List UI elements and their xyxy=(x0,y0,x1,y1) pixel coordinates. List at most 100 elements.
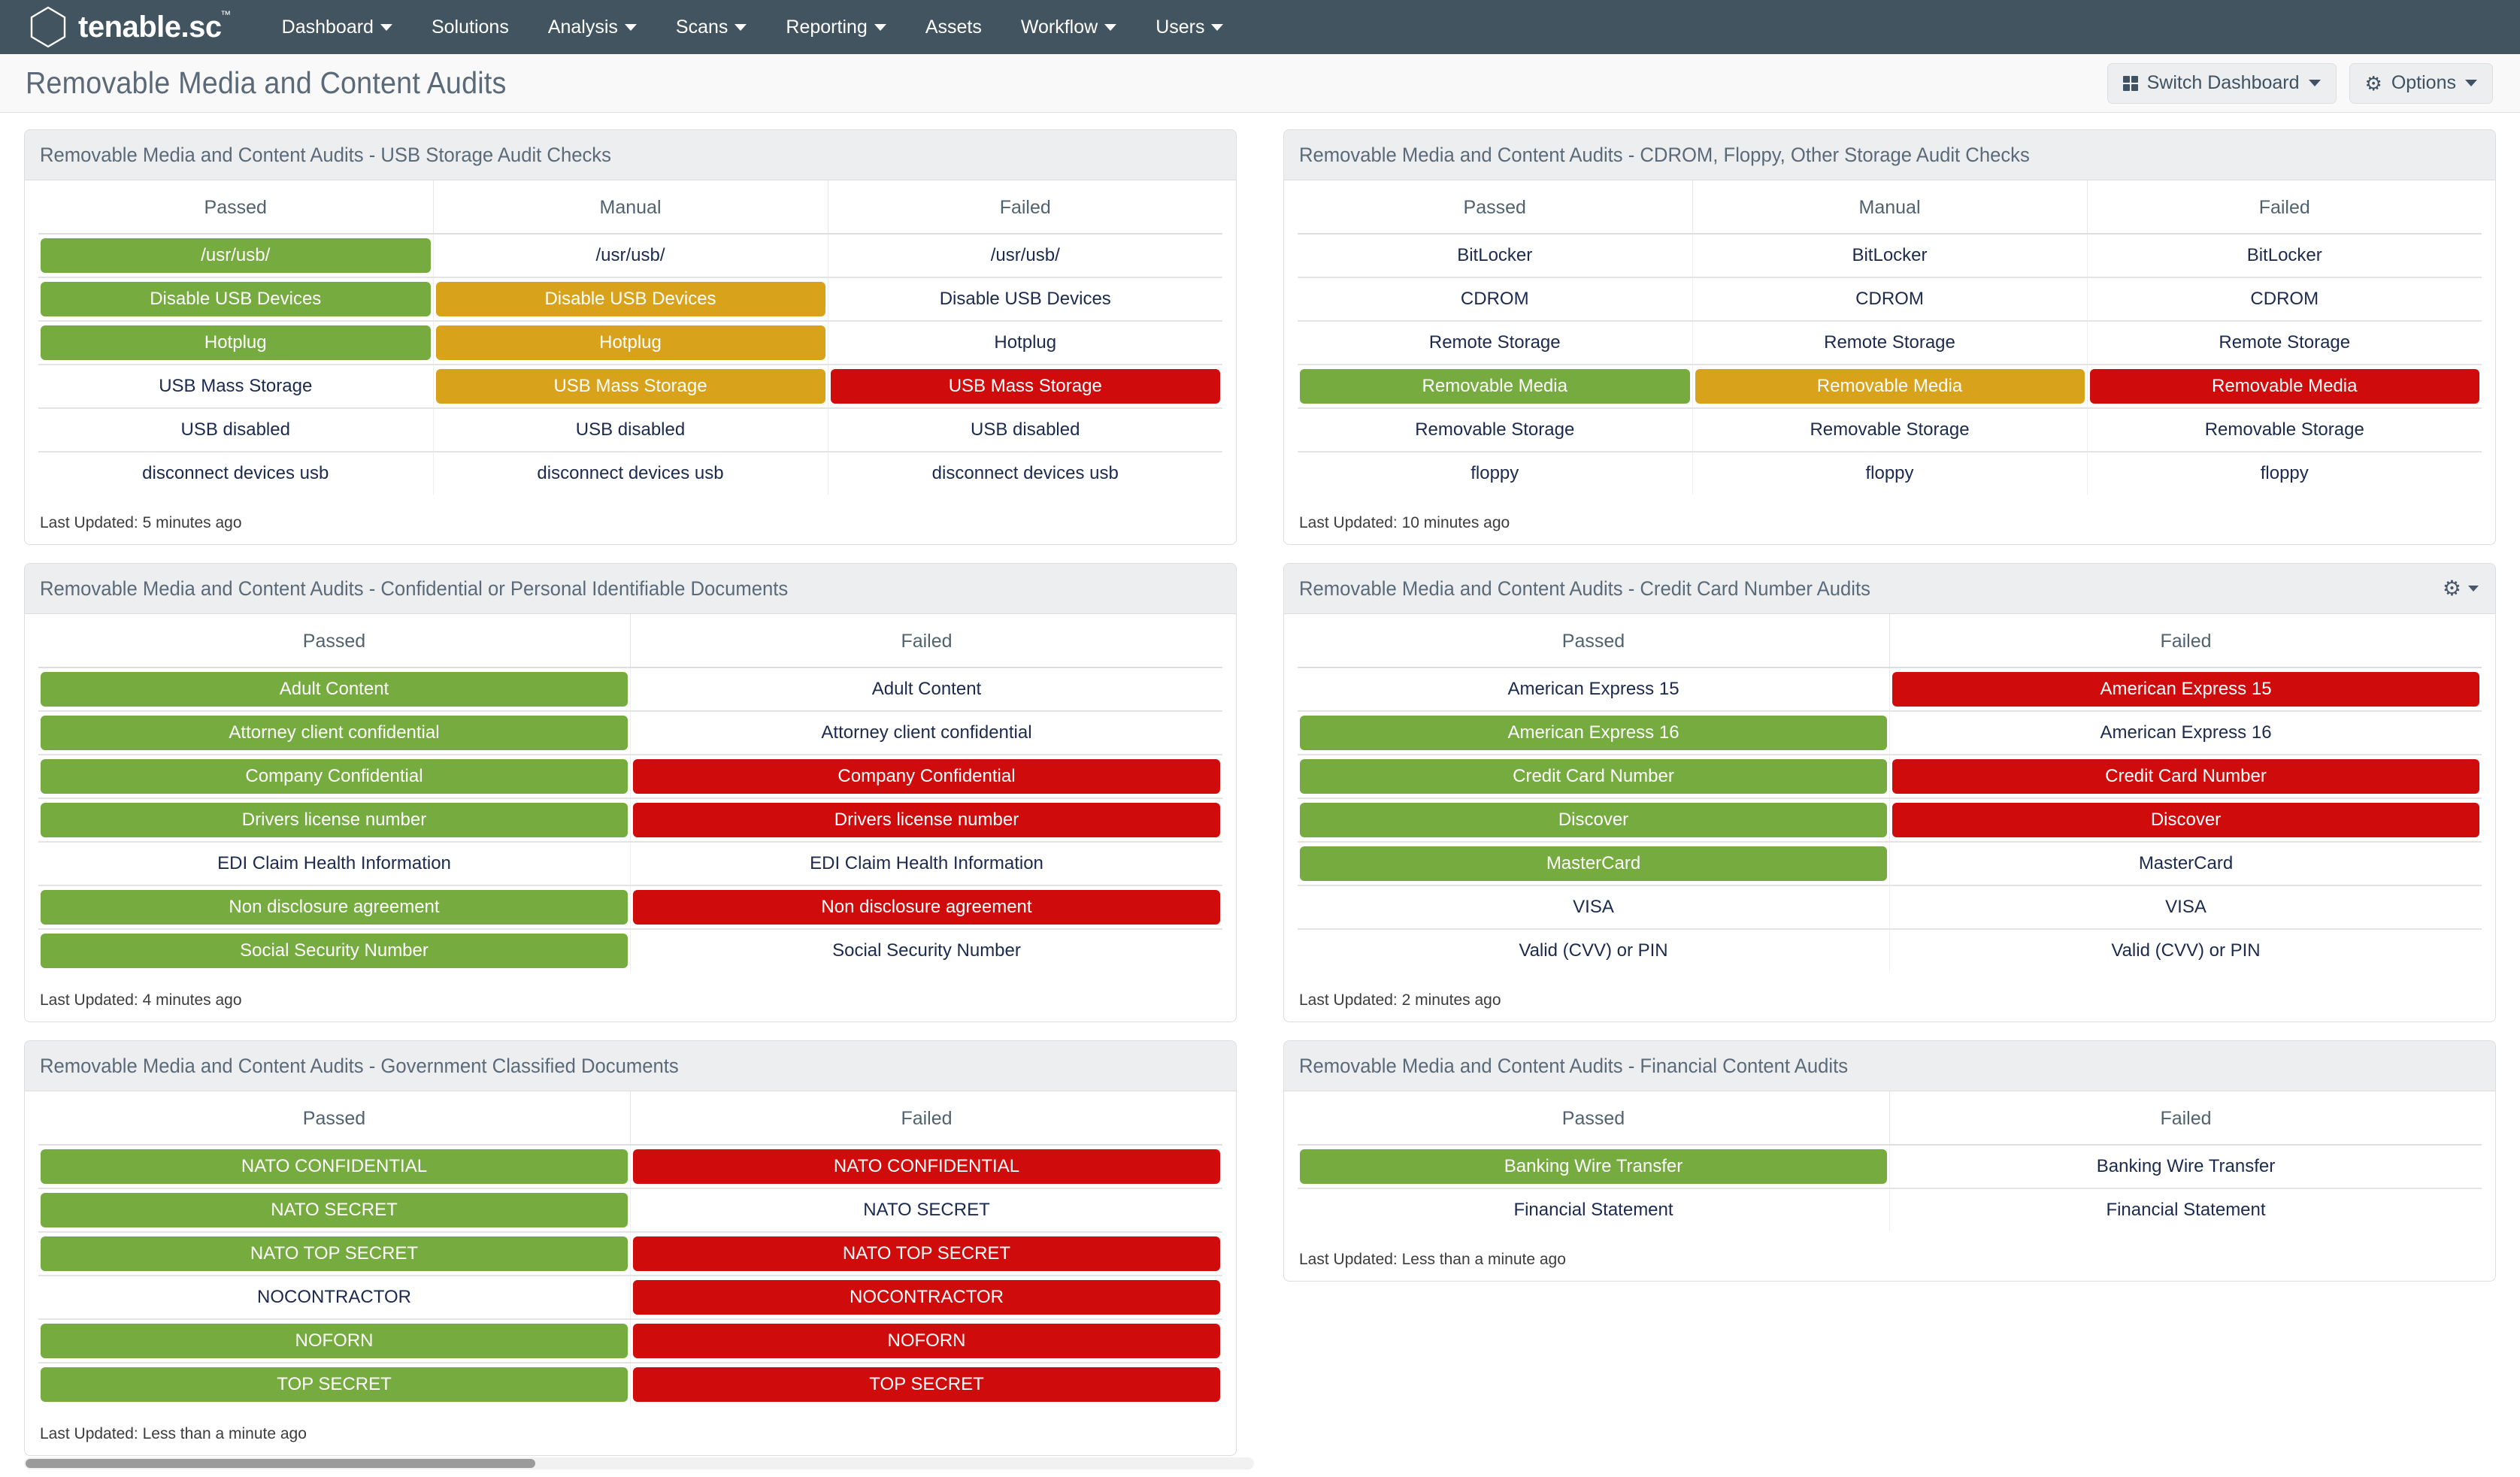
table-cell: NATO SECRET xyxy=(630,1188,1222,1233)
panel-settings-menu[interactable]: ⚙ xyxy=(2443,578,2479,599)
audit-result-none: USB Mass Storage xyxy=(159,376,313,396)
tenable-hexagon-logo-icon xyxy=(30,6,66,48)
panel-body: Passed Failed American Express 15 American … xyxy=(1284,614,2495,972)
table-row: disconnect devices usb disconnect devices… xyxy=(38,452,1222,495)
chevron-down-icon xyxy=(734,23,747,31)
audit-result-pass[interactable]: Hotplug xyxy=(41,325,431,360)
nav-item-reporting[interactable]: Reporting xyxy=(766,0,905,54)
panel-credit-card-number-audits: Removable Media and Content Audits - Cre… xyxy=(1283,563,2496,1022)
table-cell: NATO TOP SECRET xyxy=(38,1232,631,1276)
audit-result-fail[interactable]: Non disclosure agreement xyxy=(633,890,1220,925)
table-row: NATO SECRET NATO SECRET xyxy=(38,1188,1222,1233)
audit-result-fail[interactable]: NATO CONFIDENTIAL xyxy=(633,1149,1220,1184)
table-row: Credit Card Number Credit Card Number xyxy=(1298,755,2482,799)
audit-result-pass[interactable]: NOFORN xyxy=(41,1324,628,1358)
horizontal-scrollbar-thumb[interactable] xyxy=(26,1459,535,1468)
table-cell: Valid (CVV) or PIN xyxy=(1890,929,2482,972)
column-header: Passed xyxy=(1298,1091,1890,1146)
audit-result-fail[interactable]: Drivers license number xyxy=(633,803,1220,837)
audit-result-none: Financial Statement xyxy=(2106,1200,2266,1220)
table-cell: BitLocker xyxy=(1298,234,1693,278)
table-cell: EDI Claim Health Information xyxy=(38,842,631,886)
table-cell: floppy xyxy=(1692,452,2088,495)
table-cell: USB Mass Storage xyxy=(433,365,828,409)
table-cell: Removable Storage xyxy=(1692,408,2088,452)
audit-result-fail[interactable]: American Express 15 xyxy=(1892,672,2479,707)
panel-body: Passed Manual Failed BitLocker BitLocker BitL… xyxy=(1284,180,2495,495)
panel-last-updated: Last Updated: 4 minutes ago xyxy=(40,991,242,1009)
audit-result-pass[interactable]: American Express 16 xyxy=(1300,716,1887,750)
table-cell: MasterCard xyxy=(1889,842,2482,886)
audit-result-none: Remote Storage xyxy=(2219,332,2351,353)
audit-result-pass[interactable]: Social Security Number xyxy=(41,934,628,968)
audit-result-pass[interactable]: Drivers license number xyxy=(41,803,628,837)
switch-dashboard-button[interactable]: Switch Dashboard xyxy=(2107,62,2337,104)
audit-result-none: American Express 15 xyxy=(1507,679,1679,699)
audit-result-pass[interactable]: Removable Media xyxy=(1300,369,1690,404)
audit-result-pass[interactable]: Credit Card Number xyxy=(1300,759,1887,794)
table-cell: CDROM xyxy=(1298,277,1693,322)
audit-result-warn[interactable]: Hotplug xyxy=(435,325,825,360)
table-row: Removable Media Removable Media Removable … xyxy=(1298,365,2482,409)
audit-result-fail[interactable]: Company Confidential xyxy=(633,759,1220,794)
audit-result-pass[interactable]: TOP SECRET xyxy=(41,1367,628,1402)
audit-result-warn[interactable]: USB Mass Storage xyxy=(435,369,825,404)
table-cell: NOFORN xyxy=(38,1319,631,1364)
audit-result-fail[interactable]: NATO TOP SECRET xyxy=(633,1236,1220,1271)
audit-result-pass[interactable]: /usr/usb/ xyxy=(41,238,431,273)
nav-item-dashboard[interactable]: Dashboard xyxy=(262,0,412,54)
panel-usb-storage-audit-checks: Removable Media and Content Audits - USB… xyxy=(24,129,1237,545)
audit-matrix-table: Passed Manual Failed BitLocker BitLocker BitL… xyxy=(1298,180,2482,495)
brand-name: tenable.sc ™ xyxy=(78,9,231,42)
table-row: Discover Discover xyxy=(1298,798,2482,843)
audit-result-pass[interactable]: Non disclosure agreement xyxy=(41,890,628,925)
table-cell: American Express 15 xyxy=(1298,667,1890,712)
audit-result-fail[interactable]: Credit Card Number xyxy=(1892,759,2479,794)
horizontal-scrollbar-track[interactable] xyxy=(24,1457,1254,1469)
audit-result-pass[interactable]: Company Confidential xyxy=(41,759,628,794)
column-header: Passed xyxy=(38,180,434,235)
nav-item-analysis[interactable]: Analysis xyxy=(529,0,656,54)
nav-item-workflow[interactable]: Workflow xyxy=(1001,0,1136,54)
audit-result-pass[interactable]: Attorney client confidential xyxy=(41,716,628,750)
panel-body: Passed Failed Adult Content Adult Content At… xyxy=(25,614,1236,972)
nav-item-assets[interactable]: Assets xyxy=(906,0,1001,54)
column-header: Failed xyxy=(1889,614,2482,668)
audit-result-none: Financial Statement xyxy=(1513,1200,1673,1220)
audit-result-none: /usr/usb/ xyxy=(595,245,665,265)
audit-result-none: USB disabled xyxy=(180,419,290,440)
audit-result-warn[interactable]: Removable Media xyxy=(1695,369,2085,404)
table-cell: Hotplug xyxy=(38,321,434,365)
panel-last-updated: Last Updated: 10 minutes ago xyxy=(1299,514,1510,531)
audit-result-fail[interactable]: USB Mass Storage xyxy=(830,369,1220,404)
audit-result-fail[interactable]: NOFORN xyxy=(633,1324,1220,1358)
audit-result-pass[interactable]: NATO SECRET xyxy=(41,1193,628,1227)
table-cell: CDROM xyxy=(2087,277,2482,322)
panel-title: Removable Media and Content Audits - Con… xyxy=(40,577,789,600)
audit-result-fail[interactable]: TOP SECRET xyxy=(633,1367,1220,1402)
audit-result-warn[interactable]: Disable USB Devices xyxy=(435,282,825,316)
audit-result-pass[interactable]: Adult Content xyxy=(41,672,628,707)
audit-result-pass[interactable]: MasterCard xyxy=(1300,846,1887,881)
audit-result-pass[interactable]: NATO CONFIDENTIAL xyxy=(41,1149,628,1184)
options-button[interactable]: ⚙ Options xyxy=(2349,62,2493,104)
brand-logo-area[interactable]: tenable.sc ™ xyxy=(29,6,231,48)
audit-result-pass[interactable]: Disable USB Devices xyxy=(41,282,431,316)
table-row: Drivers license number Drivers license nu… xyxy=(38,798,1222,843)
nav-item-users[interactable]: Users xyxy=(1136,0,1243,54)
audit-result-fail[interactable]: Discover xyxy=(1892,803,2479,837)
panel-last-updated: Last Updated: Less than a minute ago xyxy=(40,1425,307,1442)
audit-result-fail[interactable]: Removable Media xyxy=(2089,369,2479,404)
table-row: /usr/usb/ /usr/usb/ /usr/usb/ xyxy=(38,234,1222,278)
table-cell: TOP SECRET xyxy=(631,1363,1223,1406)
audit-result-pass[interactable]: NATO TOP SECRET xyxy=(41,1236,628,1271)
table-cell: Credit Card Number xyxy=(1889,755,2482,799)
table-cell: Remote Storage xyxy=(2087,321,2482,365)
audit-result-pass[interactable]: Banking Wire Transfer xyxy=(1300,1149,1887,1184)
nav-item-solutions[interactable]: Solutions xyxy=(412,0,529,54)
nav-item-scans[interactable]: Scans xyxy=(656,0,766,54)
audit-result-fail[interactable]: NOCONTRACTOR xyxy=(633,1280,1220,1315)
column-header: Passed xyxy=(1298,180,1693,235)
table-row: BitLocker BitLocker BitLocker xyxy=(1298,234,2482,278)
audit-result-pass[interactable]: Discover xyxy=(1300,803,1887,837)
